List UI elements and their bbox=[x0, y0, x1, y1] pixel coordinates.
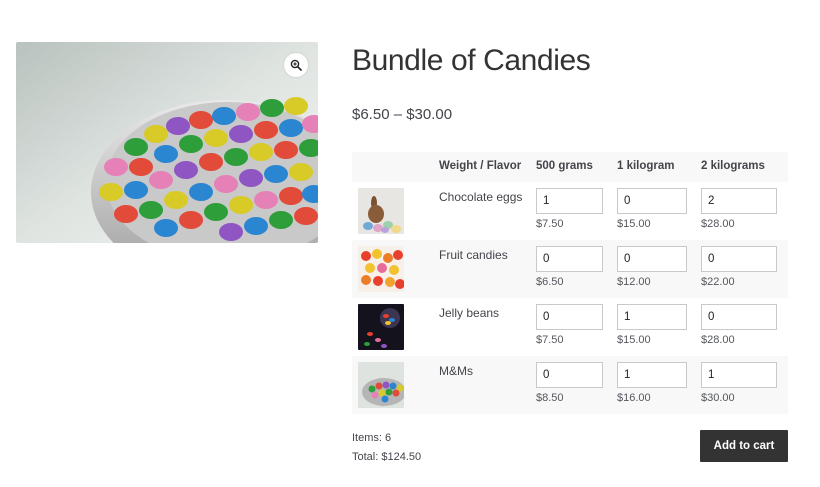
quantity-input[interactable]: 1 bbox=[617, 304, 687, 330]
quantity-input[interactable]: 0 bbox=[617, 246, 687, 272]
product-price-range: $6.50 – $30.00 bbox=[352, 106, 453, 123]
variation-price: $15.00 bbox=[617, 334, 651, 346]
table-row: Fruit candies 0 0 0 $6.50 $12.00 $22.00 bbox=[352, 240, 788, 298]
items-count: Items: 6 bbox=[352, 432, 392, 444]
header-1-kilogram: 1 kilogram bbox=[617, 160, 675, 172]
table-row: Jelly beans 0 1 0 $7.50 $15.00 $28.00 bbox=[352, 298, 788, 356]
quantity-input[interactable]: 0 bbox=[536, 304, 603, 330]
mms-thumbnail[interactable] bbox=[358, 362, 404, 408]
fruit-candies-thumbnail[interactable] bbox=[358, 246, 404, 292]
quantity-input[interactable]: 2 bbox=[701, 188, 777, 214]
variation-price: $15.00 bbox=[617, 218, 651, 230]
quantity-input[interactable]: 0 bbox=[536, 362, 603, 388]
total-price: Total: $124.50 bbox=[352, 451, 422, 463]
quantity-input[interactable]: 1 bbox=[701, 362, 777, 388]
chocolate-eggs-thumbnail[interactable] bbox=[358, 188, 404, 234]
variations-table: Weight / Flavor 500 grams 1 kilogram 2 k… bbox=[352, 152, 788, 414]
table-header: Weight / Flavor 500 grams 1 kilogram 2 k… bbox=[352, 152, 788, 182]
flavor-label: M&Ms bbox=[439, 364, 473, 378]
flavor-label: Fruit candies bbox=[439, 248, 508, 262]
zoom-in-icon[interactable] bbox=[284, 53, 308, 77]
table-row: Chocolate eggs 1 0 2 $7.50 $15.00 $28.00 bbox=[352, 182, 788, 240]
product-title: Bundle of Candies bbox=[352, 44, 591, 77]
add-to-cart-button[interactable]: Add to cart bbox=[700, 430, 788, 462]
quantity-input[interactable]: 1 bbox=[617, 362, 687, 388]
quantity-input[interactable]: 1 bbox=[536, 188, 603, 214]
quantity-input[interactable]: 0 bbox=[701, 304, 777, 330]
variation-price: $30.00 bbox=[701, 392, 735, 404]
flavor-label: Chocolate eggs bbox=[439, 190, 523, 204]
header-weight-flavor: Weight / Flavor bbox=[439, 160, 522, 172]
variation-price: $28.00 bbox=[701, 218, 735, 230]
variation-price: $8.50 bbox=[536, 392, 564, 404]
table-row: M&Ms 0 1 1 $8.50 $16.00 $30.00 bbox=[352, 356, 788, 414]
variation-price: $16.00 bbox=[617, 392, 651, 404]
quantity-input[interactable]: 0 bbox=[536, 246, 603, 272]
variation-price: $7.50 bbox=[536, 218, 564, 230]
variation-price: $7.50 bbox=[536, 334, 564, 346]
variation-price: $6.50 bbox=[536, 276, 564, 288]
product-image[interactable] bbox=[16, 42, 318, 243]
variation-price: $28.00 bbox=[701, 334, 735, 346]
header-500-grams: 500 grams bbox=[536, 160, 593, 172]
quantity-input[interactable]: 0 bbox=[701, 246, 777, 272]
flavor-label: Jelly beans bbox=[439, 306, 500, 320]
variation-price: $12.00 bbox=[617, 276, 651, 288]
quantity-input[interactable]: 0 bbox=[617, 188, 687, 214]
header-2-kilograms: 2 kilograms bbox=[701, 160, 765, 172]
jelly-beans-thumbnail[interactable] bbox=[358, 304, 404, 350]
variation-price: $22.00 bbox=[701, 276, 735, 288]
